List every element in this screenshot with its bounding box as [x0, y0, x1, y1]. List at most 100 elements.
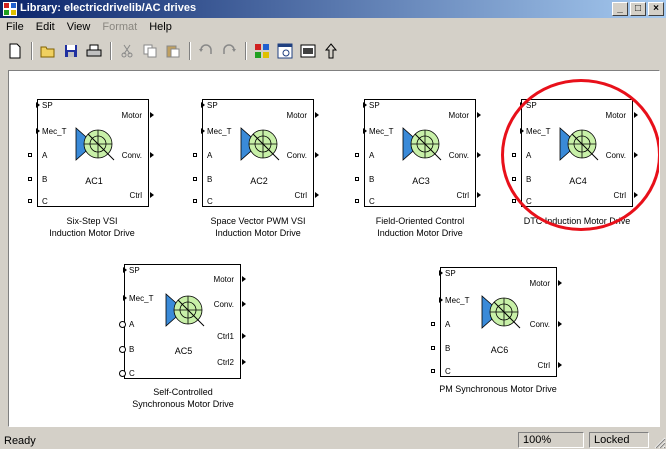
block-ac6[interactable]: SP Mec_T A B C Motor Conv. Ctrl AC6 [440, 267, 557, 377]
output-arrow-icon [315, 112, 319, 118]
menu-help[interactable]: Help [143, 19, 178, 37]
input-port-label: C [129, 368, 135, 378]
block-caption-line: PM Synchronous Motor Drive [439, 384, 557, 394]
input-port-label: Mec_T [369, 127, 394, 136]
block-caption-line: Six-Step VSI [66, 216, 118, 226]
input-port-label: B [445, 344, 451, 354]
new-button[interactable] [4, 40, 26, 62]
electrical-port-icon [28, 177, 32, 181]
copy-button[interactable] [139, 40, 161, 62]
block-id-label: AC6 [490, 345, 509, 355]
output-port-label: Motor [121, 111, 142, 120]
status-bar: Ready 100% Locked [0, 431, 666, 449]
block-id-label: AC3 [412, 175, 430, 186]
toolbar-separator [245, 42, 247, 60]
close-button[interactable]: × [648, 2, 664, 16]
input-arrow-icon [363, 102, 367, 108]
undo-icon [199, 44, 212, 54]
electrical-port-icon [355, 153, 359, 157]
output-port-label: Conv. [121, 151, 142, 160]
save-button[interactable] [60, 40, 82, 62]
motor-drive-icon [165, 293, 204, 328]
input-arrow-icon [123, 267, 127, 274]
maximize-button[interactable]: □ [630, 2, 646, 16]
output-arrow-icon [315, 192, 319, 198]
input-arrow-icon [36, 102, 40, 108]
motor-drive-icon [75, 126, 115, 161]
input-port-label: A [369, 151, 375, 160]
block-caption-line: Field-Oriented Control [375, 216, 465, 226]
electrical-port-icon [431, 368, 435, 373]
library-browser-icon [255, 44, 269, 58]
print-icon [86, 44, 102, 57]
resize-grip-icon[interactable] [652, 435, 666, 449]
input-port-label: B [207, 175, 213, 184]
input-port-label: C [445, 366, 451, 376]
output-arrow-icon [150, 152, 154, 158]
cut-button[interactable] [116, 40, 138, 62]
block-ac1[interactable]: SP Mec_T A B C Motor Conv. Ctrl AC1 [37, 99, 149, 207]
electrical-port-icon [28, 153, 32, 157]
menu-format[interactable]: Format [96, 19, 143, 37]
window-title: Library: electricdrivelib/AC drives [20, 2, 197, 14]
library-browser-button[interactable] [251, 40, 273, 62]
print-button[interactable] [83, 40, 105, 62]
block-caption-line: Induction Motor Drive [377, 228, 463, 238]
redo-icon [223, 44, 236, 54]
input-port-label: SP [369, 101, 380, 110]
conserving-port-icon [119, 320, 126, 328]
debugger-icon [300, 44, 316, 58]
block-ac2[interactable]: SP Mec_T A B C Motor Conv. Ctrl AC2 [202, 99, 314, 207]
input-arrow-icon [201, 128, 205, 134]
electrical-port-icon [193, 199, 197, 203]
new-icon [9, 43, 21, 59]
model-explorer-button[interactable] [274, 40, 296, 62]
menu-edit[interactable]: Edit [30, 19, 61, 37]
input-port-label: B [129, 345, 135, 355]
title-bar[interactable]: Library: electricdrivelib/AC drives _ □ … [0, 0, 666, 18]
output-port-label: Ctrl [456, 191, 469, 200]
simulink-app-icon [3, 2, 17, 16]
electrical-port-icon [355, 177, 359, 181]
undo-button[interactable] [195, 40, 217, 62]
open-icon [40, 46, 55, 58]
open-button[interactable] [37, 40, 59, 62]
block-caption: Self-Controlled Synchronous Motor Drive [113, 386, 253, 410]
output-arrow-icon [242, 275, 246, 282]
electrical-port-icon [431, 322, 435, 327]
output-arrow-icon [150, 112, 154, 118]
output-arrow-icon [242, 358, 246, 365]
input-arrow-icon [36, 128, 40, 134]
zoom-level: 100% [518, 432, 584, 448]
input-port-label: SP [42, 101, 53, 110]
input-port-label: C [42, 197, 48, 206]
redo-button[interactable] [218, 40, 240, 62]
output-port-label: Conv. [529, 320, 550, 330]
input-port-label: B [369, 175, 375, 184]
paste-button[interactable] [162, 40, 184, 62]
output-port-label: Ctrl1 [217, 332, 234, 342]
output-port-label: Ctrl2 [217, 357, 234, 367]
output-arrow-icon [242, 301, 246, 308]
cut-icon [121, 44, 133, 58]
menu-bar: File Edit View Format Help [0, 19, 666, 37]
minimize-button[interactable]: _ [612, 2, 628, 16]
input-port-label: SP [207, 101, 218, 110]
block-ac3[interactable]: SP Mec_T A B C Motor Conv. Ctrl AC3 [364, 99, 476, 207]
input-arrow-icon [123, 295, 127, 302]
output-port-label: Conv. [213, 300, 234, 310]
debugger-button[interactable] [297, 40, 319, 62]
input-port-label: A [445, 320, 451, 330]
go-to-parent-button[interactable] [320, 40, 342, 62]
block-caption-line: Synchronous Motor Drive [132, 399, 234, 409]
output-port-label: Ctrl [294, 191, 307, 200]
block-ac5[interactable]: SP Mec_T A B C Motor Conv. Ctrl1 Ctrl2 AC5 [124, 264, 241, 379]
input-port-label: SP [445, 269, 456, 279]
input-port-label: B [42, 175, 48, 184]
output-arrow-icon [558, 280, 562, 287]
menu-view[interactable]: View [61, 19, 97, 37]
model-canvas[interactable]: SP Mec_T A B C Motor Conv. Ctrl AC1 Six-Step VSI I… [8, 70, 660, 427]
output-port-label: Conv. [286, 151, 307, 160]
block-caption: Space Vector PWM VSI Induction Motor Driv… [188, 215, 328, 239]
menu-file[interactable]: File [0, 19, 30, 37]
